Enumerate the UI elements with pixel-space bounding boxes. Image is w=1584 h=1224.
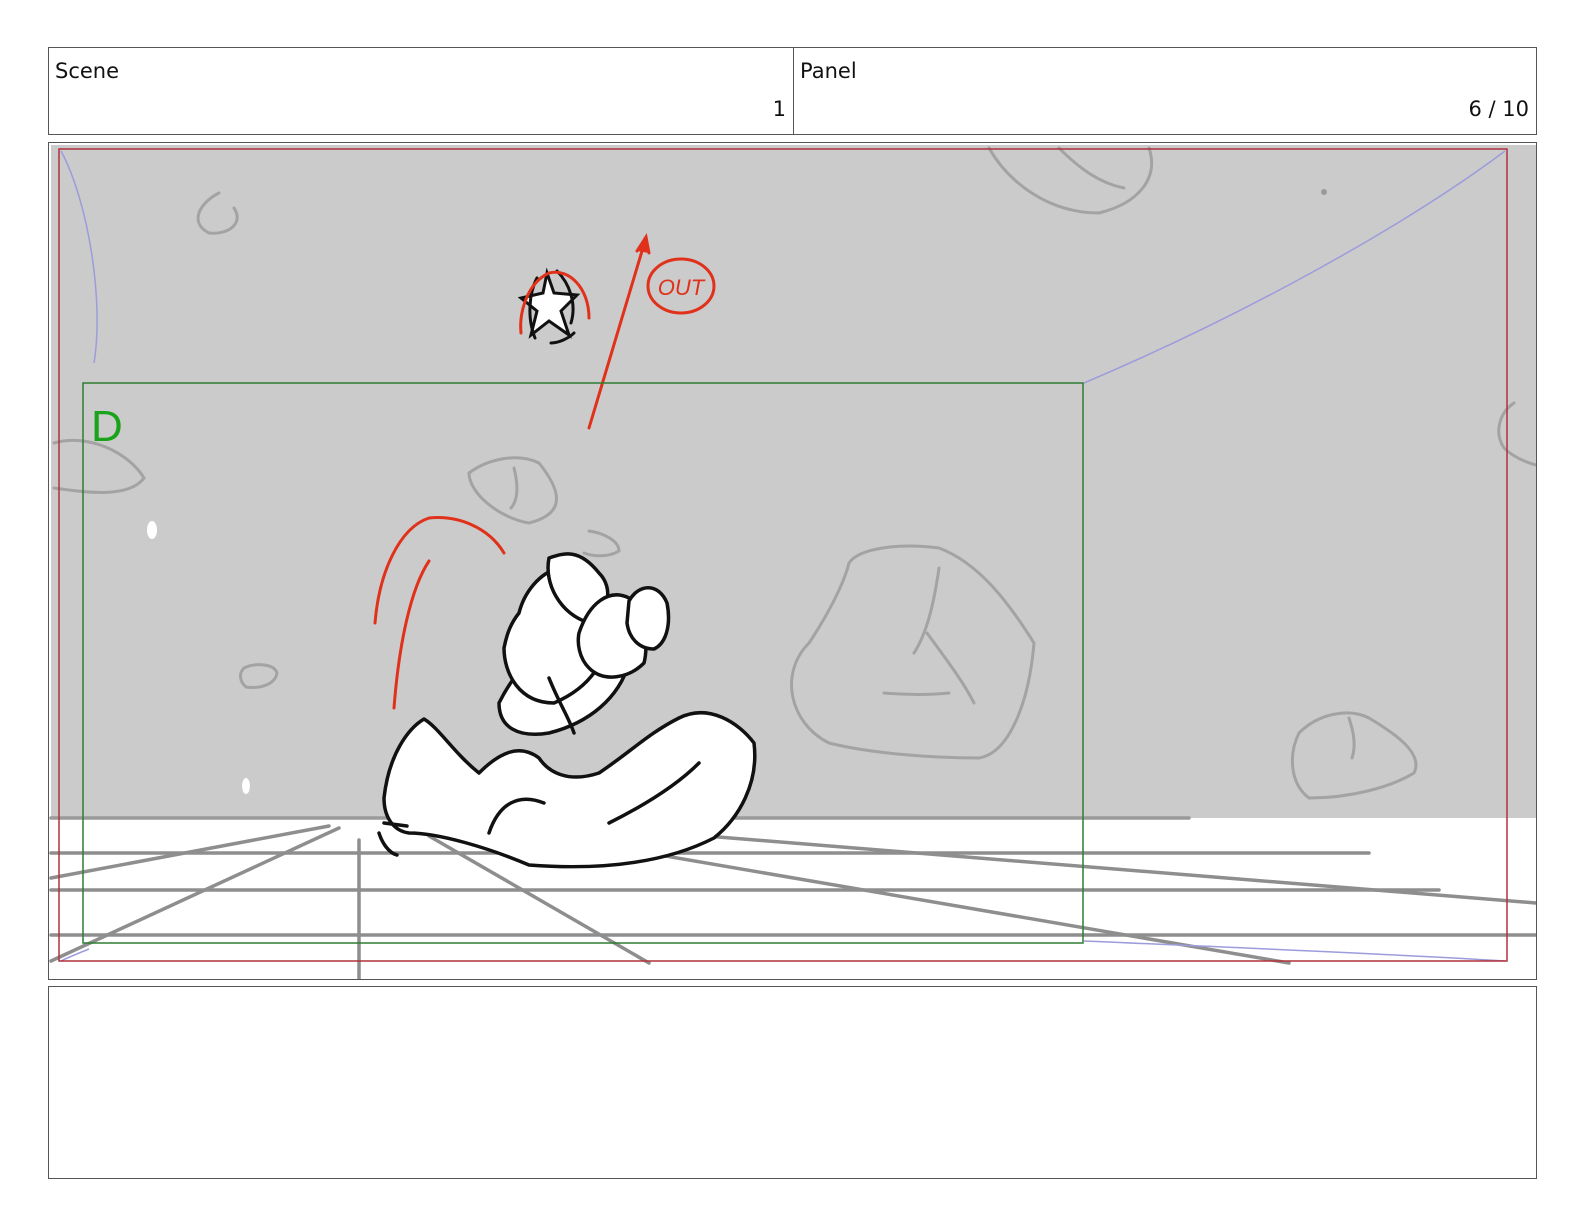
panel-counter: 6 / 10	[1468, 97, 1529, 121]
scene-number: 1	[772, 97, 786, 121]
wall-background	[51, 145, 1536, 818]
storyboard-panel: OUT D	[48, 142, 1537, 980]
field-frame-label: D	[91, 402, 123, 451]
panel-label: Panel	[800, 59, 857, 83]
scene-cell: Scene 1	[49, 48, 794, 134]
panel-header: Scene 1 Panel 6 / 10	[48, 47, 1537, 135]
panel-notes[interactable]	[48, 986, 1537, 1179]
scene-label: Scene	[55, 59, 120, 83]
panel-cell: Panel 6 / 10	[794, 48, 1536, 134]
out-annotation: OUT	[658, 275, 706, 300]
panel-drawing: OUT D	[49, 145, 1536, 979]
